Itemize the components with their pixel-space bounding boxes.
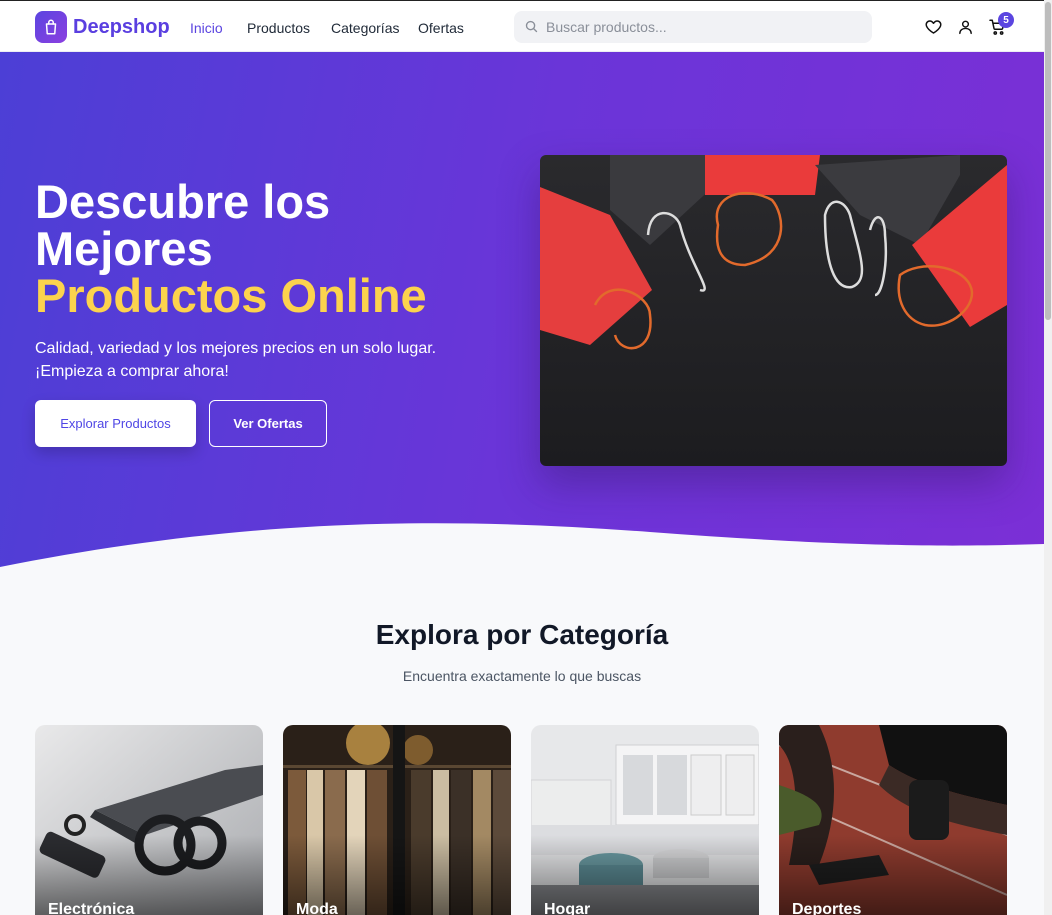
hero-title-line1: Descubre los [35, 175, 331, 228]
hero-subtitle: Calidad, variedad y los mejores precios … [35, 340, 437, 380]
category-image-deportes [779, 725, 1007, 915]
hero-wave-divider [0, 523, 1044, 572]
brand-logo[interactable] [35, 11, 67, 43]
category-image-hogar [531, 725, 759, 915]
explore-products-button[interactable]: Explorar Productos [35, 400, 196, 447]
user-icon[interactable] [957, 18, 974, 36]
category-image-electronica [35, 725, 263, 915]
hero-image [540, 155, 1007, 466]
hero-title-line2: Mejores [35, 222, 213, 275]
view-offers-button[interactable]: Ver Ofertas [209, 400, 327, 447]
nav-inicio[interactable]: Inicio [190, 20, 223, 36]
categories-subtitle: Encuentra exactamente lo que buscas [402, 668, 642, 684]
category-label-electronica: Electrónica [48, 901, 135, 915]
category-label-deportes: Deportes [792, 901, 862, 915]
nav-ofertas[interactable]: Ofertas [418, 20, 464, 36]
top-navbar: Deepshop Inicio Productos Categorías Ofe… [0, 0, 1044, 52]
category-card-deportes[interactable]: Deportes [779, 725, 1007, 915]
brand-name[interactable]: Deepshop [73, 16, 170, 39]
scrollbar-thumb[interactable] [1045, 2, 1051, 320]
heart-icon[interactable] [924, 18, 943, 36]
cart-count-badge: 5 [998, 12, 1014, 28]
nav-productos[interactable]: Productos [247, 20, 310, 36]
category-label-moda: Moda [296, 901, 338, 915]
search-bar [514, 11, 872, 43]
category-card-moda[interactable]: Moda [283, 725, 511, 915]
category-image-moda [283, 725, 511, 915]
category-card-hogar[interactable]: Hogar [531, 725, 759, 915]
category-label-hogar: Hogar [544, 901, 591, 915]
page-scrollbar[interactable] [1044, 0, 1052, 915]
category-card-electronica[interactable]: Electrónica [35, 725, 263, 915]
hero-title: Descubre los Mejores Productos Online [35, 178, 495, 319]
hero-title-accent: Productos Online [35, 269, 427, 322]
search-icon [525, 20, 538, 33]
search-input[interactable] [546, 11, 862, 43]
shopping-bag-icon [45, 19, 57, 35]
nav-categorias[interactable]: Categorías [331, 20, 399, 36]
hero-section: Descubre los Mejores Productos Online Ca… [0, 52, 1044, 572]
categories-title: Explora por Categoría [375, 619, 669, 650]
